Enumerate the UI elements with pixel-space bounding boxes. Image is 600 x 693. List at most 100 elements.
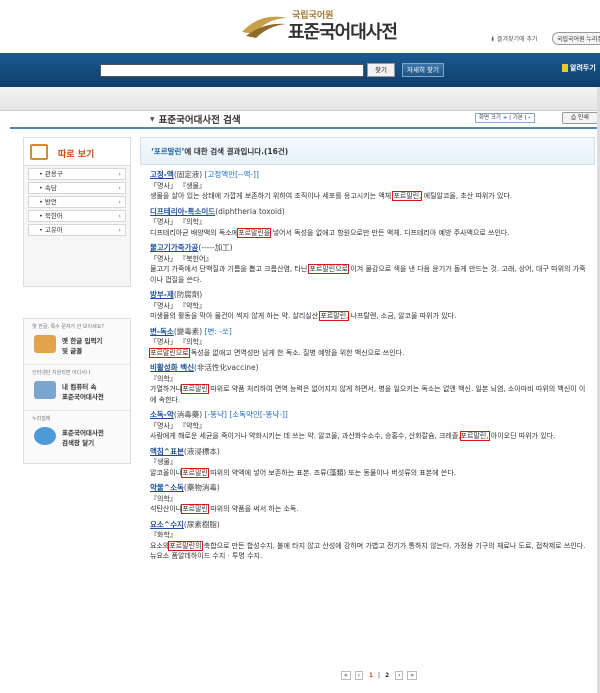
entry-origin: (防腐劑) — [173, 290, 203, 299]
keyboard-icon — [34, 335, 56, 353]
separate-view-title: 따로 보기 — [58, 150, 95, 160]
font-size-default-button[interactable]: 기본 — [513, 115, 523, 121]
definition-text: 가열하거나 — [150, 385, 183, 393]
entry-pos: 『의학』 — [150, 374, 177, 383]
font-size-minus-button[interactable]: - — [528, 115, 530, 121]
result-entry: 비활성화 백신(非活性化vaccine) 『의학』 가열하거나포르말린 따위로 약… — [150, 363, 588, 405]
entry-headword-line: 물고기가죽가공(-----加工) — [150, 243, 588, 254]
promo-subtitle: 및 글꼴 — [62, 347, 83, 355]
definition-text: 축합으로 만든 합성수지. 불에 타지 않고 산성에 강하며 가볍고 전기가 통… — [150, 541, 586, 561]
promo-offline-dictionary[interactable]: 인터넷만 지원되면 어디서나 내 컴퓨터 속 표준국어대사전 — [24, 365, 130, 411]
font-size-plus-button[interactable]: + — [503, 115, 508, 121]
chevron-right-icon: › — [118, 198, 121, 206]
separate-view-panel: 따로 보기 • 관용구 › • 속담 › • 방언 › • 북한어 › • 고유어 › — [23, 137, 131, 287]
entry-definition: 물고기 가죽에서 단백질과 기름을 뽑고 크롬산염, 타닌,포르말린으로 이겨 … — [150, 264, 588, 285]
result-entry: 방부-제(防腐劑) 「명사」 『약학』 미생물의 활동을 막아 물건이 썩지 않게… — [150, 290, 588, 322]
entry-origin: (固定液) — [173, 170, 203, 179]
search-term-highlight: 포르말린을 — [237, 227, 272, 238]
entry-headword-line: 방부-제(防腐劑) — [150, 290, 588, 301]
promo-caption: 인터넷만 지원되면 어디서나 — [32, 370, 91, 376]
chevron-right-icon: › — [118, 170, 121, 178]
search-term-highlight: 포르말린 — [181, 467, 209, 478]
promo-subtitle: 검색창 달기 — [62, 439, 95, 447]
entry-pronunciation: [변: -쏘] — [204, 326, 232, 336]
notice-link[interactable]: 알려두기 — [562, 63, 596, 73]
entry-headword-link[interactable]: 물고기가죽가공 — [150, 243, 198, 252]
prev-page-button[interactable]: ‹ — [354, 671, 363, 680]
entry-definition: 알코올이나포르말린 따위의 약액에 넣어 보존하는 표본. 조류(藻類) 또는 … — [150, 467, 588, 479]
promo-search-widget[interactable]: 누리집에 표준국어대사전 검색창 달기 — [24, 411, 130, 457]
add-favorites-label: 즐겨찾기에 추가 — [496, 36, 538, 43]
search-term-highlight: 포르말린으로 — [149, 347, 190, 358]
sub-header-band — [0, 87, 600, 111]
entry-origin: (非活性化vaccine) — [194, 363, 259, 372]
page-2[interactable]: 2 — [382, 672, 392, 679]
entry-pos: 『화학』 — [150, 531, 177, 539]
entry-headword-line: 비활성화 백신(非活性化vaccine) — [150, 363, 588, 374]
definition-text: 독성을 없애고 면역성만 남게 한 독소. 질병 예방을 위한 백신으로 쓰인다… — [188, 348, 405, 357]
entry-definition: 가열하거나포르말린 따위로 약품 처리하여 면역 능력은 없어지지 않게 하면서… — [150, 384, 588, 405]
definition-text: 알코올이나 — [150, 468, 183, 477]
sidebar-item-proverb[interactable]: • 속담 › — [28, 182, 126, 194]
result-entry: 디프테리아-톡소이드(diphtheria toxoid) 「명사」 『의학』 디… — [150, 207, 588, 239]
entry-definition: 포르말린으로 독성을 없애고 면역성만 남게 한 독소. 질병 예방을 위한 백… — [149, 347, 588, 359]
chevron-right-icon: › — [118, 184, 121, 192]
entry-pos: 「명사」 『의학』 — [150, 338, 206, 346]
sidebar-item-native-word[interactable]: • 고유어 › — [28, 224, 126, 236]
definition-text: 따위의 약액에 넣어 보존하는 표본. 조류(藻類) 또는 동물이나 버섯류의 … — [207, 468, 456, 477]
result-query: ‘포르말린’ — [151, 147, 185, 156]
entry-headword-link[interactable]: 약물^소독 — [150, 483, 184, 492]
entry-headword-link[interactable]: 고정-액 — [150, 170, 174, 179]
entry-definition: 석탄산이나포르말린 따위의 약품을 써서 하는 소독. — [150, 504, 588, 515]
entry-headword-link[interactable]: 디프테리아-톡소이드 — [150, 207, 215, 216]
entry-headword-link[interactable]: 방부-제 — [150, 290, 174, 299]
entry-headword-line: 액침^표본(液浸標本) — [150, 447, 588, 458]
sidebar-item-dialect[interactable]: • 방언 › — [28, 196, 126, 208]
definition-text: 나프탈렌, 소금, 알코올 따위가 있다. — [348, 312, 457, 320]
entry-pos: 「명사」 『의학』 — [150, 218, 206, 226]
font-size-control: 화면 크기 + | 기본 | - — [475, 113, 535, 123]
search-input[interactable] — [100, 64, 364, 77]
entry-origin: (尿素樹脂) — [183, 519, 220, 529]
page-1[interactable]: 1 — [366, 672, 376, 679]
entry-headword-link[interactable]: 비활성화 백신 — [150, 363, 194, 372]
first-page-button[interactable]: « — [341, 671, 351, 680]
entry-headword-line: 디프테리아-톡소이드(diphtheria toxoid) — [150, 207, 588, 218]
entry-headword-line: 소독-약(消毒藥) [-똥냑] [소독약만[-똥냑-]] — [150, 410, 588, 421]
chevron-right-icon: › — [118, 212, 121, 220]
search-term-highlight: 포르말린, — [392, 191, 423, 201]
search-button[interactable]: 찾기 — [367, 63, 395, 77]
print-button[interactable]: ⎙ 인쇄 — [562, 112, 598, 124]
nikl-homepage-button[interactable]: 국립국어원 누리집 — [552, 32, 600, 45]
entry-definition: 사람에게 해로운 세균을 죽이거나 약화시키는 데 쓰는 약. 알코올, 과산화… — [150, 431, 588, 442]
site-header: 국립국어원 표준국어대사전 ⬇ 즐겨찾기에 추가 국립국어원 누리집 — [0, 0, 600, 52]
entry-pos: 「명사」 『생물』 — [150, 181, 206, 190]
search-term-highlight: 포르말린의 — [168, 540, 203, 551]
next-page-button[interactable]: › — [395, 671, 404, 680]
entry-headword-link[interactable]: 변-독소 — [150, 327, 174, 336]
sidebar-item-label: 방언 — [44, 198, 57, 206]
definition-text: 생물을 살아 있는 상태에 가깝게 보존하기 위하여 조직이나 세포를 응고시키… — [150, 192, 394, 200]
entry-origin: (藥物消毒) — [183, 483, 220, 492]
promo-old-hangul[interactable]: 옛 한글, 특수 문자가 안 보이세요? 옛 한글 입력기 및 글꼴 — [24, 319, 130, 365]
promo-title: 옛 한글 입력기 — [62, 337, 103, 345]
site-logo[interactable]: 국립국어원 표준국어대사전 — [240, 6, 420, 46]
entry-origin: (變毒素) — [173, 326, 203, 336]
result-entry: 고정-액(固定液) [고정액만[--액-]] 「명사」 『생물』 생물을 살아 있는… — [150, 170, 588, 202]
entry-headword-link[interactable]: 소독-약 — [150, 410, 174, 419]
page-title: ▼ 표준국어대사전 검색 — [150, 112, 241, 126]
advanced-search-button[interactable]: 자세히 찾기 — [402, 63, 444, 77]
logo-title: 표준국어대사전 — [288, 22, 398, 43]
add-favorites-link[interactable]: ⬇ 즐겨찾기에 추가 — [490, 34, 538, 43]
entry-definition: 요소와포르말린의 축합으로 만든 합성수지. 불에 타지 않고 산성에 강하며 … — [150, 540, 588, 562]
result-entry: 소독-약(消毒藥) [-똥냑] [소독약만[-똥냑-]] 「명사」 『약학』 사람에… — [150, 410, 588, 442]
last-page-button[interactable]: » — [407, 671, 418, 680]
sidebar-item-north-korean[interactable]: • 북한어 › — [28, 210, 126, 222]
sidebar-item-idiom[interactable]: • 관용구 › — [28, 168, 126, 180]
entry-headword-link[interactable]: 요소^수지 — [150, 520, 184, 529]
sidebar-item-label: 고유어 — [44, 226, 63, 234]
definition-text: 디프테리아균 배양액의 독소에 — [150, 228, 239, 237]
notice-icon — [562, 64, 568, 72]
entry-headword-link[interactable]: 액침^표본 — [150, 447, 184, 456]
promo-panel: 옛 한글, 특수 문자가 안 보이세요? 옛 한글 입력기 및 글꼴 인터넷만 … — [23, 318, 131, 464]
